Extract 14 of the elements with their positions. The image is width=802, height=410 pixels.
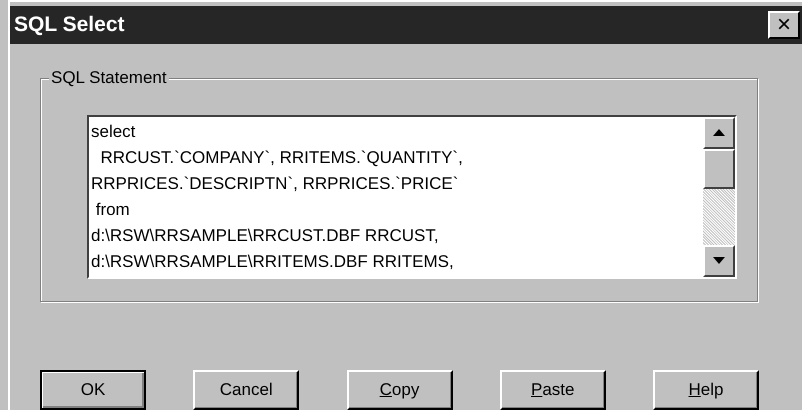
- scroll-thumb[interactable]: [703, 148, 735, 189]
- sql-text-area[interactable]: select RRCUST.`COMPANY`, RRITEMS.`QUANTITY`, RRPRICES.`DESCRIPTN`, RRPRICES.`PRICE` from d:\RSW\RRSAMPLE\RRCUST.DBF RRCUST, d:\RSW\RRSAMPLE\RRITEMS.DBF RRITEMS,: [89, 116, 703, 277]
- vertical-scrollbar[interactable]: [703, 116, 735, 277]
- down-arrow-icon: [713, 257, 725, 264]
- window-title: SQL Select: [14, 12, 124, 38]
- dialog-button[interactable]: OK: [40, 370, 146, 410]
- scroll-up-button[interactable]: [703, 116, 735, 149]
- scroll-down-button[interactable]: [703, 244, 735, 277]
- dialog-button[interactable]: Cancel: [193, 370, 300, 410]
- up-arrow-icon: [713, 129, 725, 136]
- dialog-button[interactable]: Paste: [500, 370, 606, 410]
- dialog-button[interactable]: Copy: [346, 370, 452, 410]
- close-button[interactable]: ×: [768, 10, 800, 39]
- dialog-button[interactable]: Help: [653, 370, 759, 410]
